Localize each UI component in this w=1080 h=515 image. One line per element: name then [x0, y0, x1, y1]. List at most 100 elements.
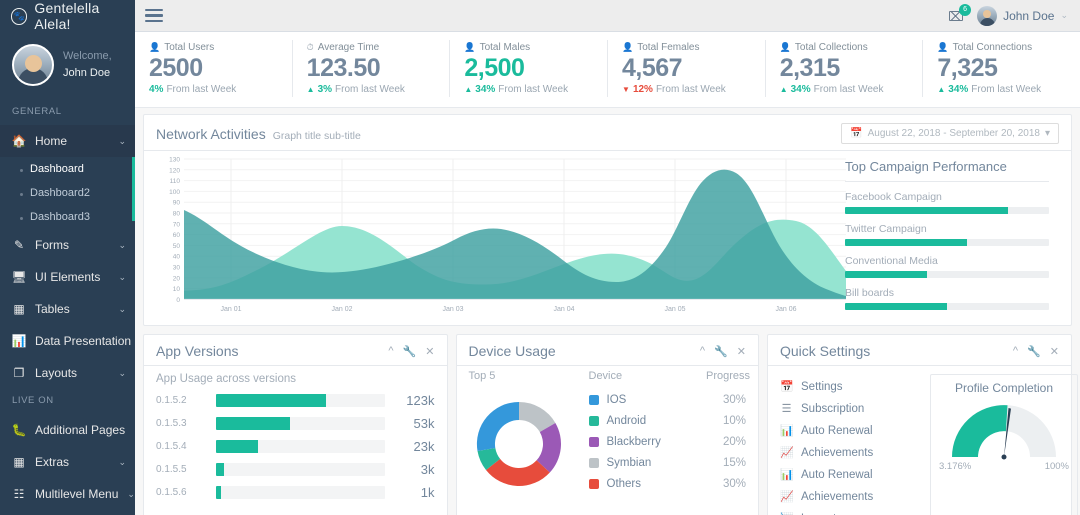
column-header-progress: Progress — [706, 370, 751, 382]
legend-swatch — [588, 395, 599, 405]
tile-trend-pct: 34% — [790, 84, 811, 95]
app-version-row: 0.1.5.6 1k — [156, 485, 435, 500]
list-icon: ☰ — [781, 403, 792, 415]
device-progress: 20% — [722, 436, 746, 448]
quick-setting-settings[interactable]: 📅 Settings — [780, 380, 920, 394]
progress-fill — [216, 417, 291, 430]
tile-total-females[interactable]: 👤 Total Females 4,567 ▼ 12% From last We… — [607, 40, 765, 97]
bar-chart-icon: 📊 — [780, 425, 794, 437]
quick-setting-auto-renewal[interactable]: 📊 Auto Renewal — [780, 424, 920, 438]
tile-total-males[interactable]: 👤 Total Males 2,500 ▲ 34% From last Week — [449, 40, 607, 97]
svg-text:10: 10 — [173, 286, 181, 293]
top-campaign-performance: Top Campaign Performance Facebook Campai… — [831, 151, 1059, 319]
tile-title: Total Connections — [952, 42, 1033, 53]
sidebar-item-multilevel-menu[interactable]: ☷ Multilevel Menu ⌄ — [0, 478, 135, 510]
app-version-row: 0.1.5.2 123k — [156, 393, 435, 408]
user-icon: 👤 — [779, 42, 791, 52]
chevron-up-icon[interactable]: ^ — [700, 345, 705, 358]
sidebar-item-home[interactable]: 🏠 Home ⌄ — [0, 125, 135, 157]
app-version-row: 0.1.5.3 53k — [156, 416, 435, 431]
sidebar-item-ui-elements[interactable]: 🖥 UI Elements ⌄ — [0, 261, 135, 293]
chevron-up-icon[interactable]: ^ — [388, 345, 393, 358]
quick-setting-achievements[interactable]: 📈 Achievements — [780, 446, 920, 460]
trend-up-icon: ▲ — [306, 85, 315, 94]
sidebar-item-label: Multilevel Menu — [35, 487, 119, 501]
user-icon: 👤 — [149, 42, 161, 52]
wrench-icon[interactable]: 🔧 — [714, 345, 728, 358]
calendar-icon: 📅 — [780, 381, 794, 393]
chevron-down-icon: ⌄ — [118, 456, 126, 467]
sidebar-item-data-presentation[interactable]: 📊 Data Presentation ⌄ — [0, 325, 148, 357]
sidebar-subitem-dashboard2[interactable]: Dashboard2 — [0, 181, 135, 205]
campaign-row: Conventional Media — [845, 255, 1049, 278]
tile-title: Total Users — [164, 42, 215, 53]
svg-text:Jan 04: Jan 04 — [553, 306, 574, 313]
tile-total-users[interactable]: 👤 Total Users 2500 4% From last Week — [135, 40, 292, 97]
progress-fill — [216, 486, 222, 499]
device-progress: 30% — [722, 394, 746, 406]
app-version-row: 0.1.5.4 23k — [156, 439, 435, 454]
svg-text:0: 0 — [176, 297, 180, 304]
messages-button[interactable]: 6 — [947, 3, 972, 23]
close-icon[interactable]: ✕ — [737, 345, 746, 358]
sidebar-profile: Welcome, John Doe — [0, 32, 135, 100]
main-content: 6 John Doe ⌄ 👤 Total Users 2500 4% From … — [135, 0, 1080, 515]
sidebar-item-extras[interactable]: ▦ Extras ⌄ — [0, 446, 135, 478]
tile-trend-pct: 4% — [149, 84, 164, 95]
network-activities-chart[interactable]: 130 120 110 100 90 80 70 60 50 40 30 20 … — [156, 151, 846, 319]
sidebar-item-landing-page[interactable]: 💻 Landing Page Coming Soon — [0, 510, 135, 515]
gauge-min-label: 3.176% — [939, 461, 972, 472]
legend-swatch — [588, 458, 599, 468]
sidebar-item-label: Home — [35, 134, 68, 148]
close-icon[interactable]: ✕ — [1050, 345, 1059, 358]
tile-title: Total Males — [479, 42, 531, 53]
quick-setting-subscription[interactable]: ☰ Subscription — [780, 402, 920, 416]
tile-title: Average Time — [317, 42, 380, 53]
user-icon: 👤 — [937, 42, 949, 52]
chevron-up-icon[interactable]: ^ — [1013, 345, 1018, 358]
close-icon[interactable]: ✕ — [425, 345, 434, 358]
panel-title: Device Usage — [468, 343, 556, 359]
tile-total-collections[interactable]: 👤 Total Collections 2,315 ▲ 34% From las… — [764, 40, 923, 97]
sidebar-item-layouts[interactable]: ❐ Layouts ⌄ — [0, 357, 135, 389]
welcome-greeting: Welcome, — [63, 50, 112, 62]
sidebar-item-label: Layouts — [35, 366, 78, 380]
quick-setting-label: Achievements — [801, 446, 874, 459]
wrench-icon[interactable]: 🔧 — [1027, 345, 1041, 358]
gauge-fill — [952, 405, 1008, 457]
sidebar-item-forms[interactable]: ✎ Forms ⌄ — [0, 229, 135, 261]
top-navbar: 6 John Doe ⌄ — [135, 0, 1080, 32]
svg-text:70: 70 — [173, 221, 181, 228]
bug-icon: 🐛 — [11, 423, 27, 437]
quick-setting-achievements-2[interactable]: 📈 Achievements — [780, 490, 920, 504]
wrench-icon[interactable]: 🔧 — [403, 345, 417, 358]
quick-setting-auto-renewal-2[interactable]: 📊 Auto Renewal — [780, 468, 920, 482]
svg-text:Jan 03: Jan 03 — [442, 306, 463, 313]
svg-text:Jan 06: Jan 06 — [775, 306, 796, 313]
tile-total-connections[interactable]: 👤 Total Connections 7,325 ▲ 34% From las… — [922, 40, 1080, 97]
gauge-title: Profile Completion — [954, 381, 1054, 395]
hamburger-icon[interactable] — [145, 6, 163, 26]
tile-average-time[interactable]: ⏱ Average Time 123.50 ▲ 3% From last Wee… — [291, 40, 450, 97]
tile-trend-text: From last Week — [971, 84, 1042, 95]
tile-trend-pct: 3% — [317, 84, 333, 95]
gauge-svg — [952, 405, 1056, 460]
user-menu[interactable]: John Doe ⌄ — [977, 5, 1068, 26]
tile-trend-text: From last Week — [498, 84, 569, 95]
app-version-label: 0.1.5.6 — [156, 487, 187, 498]
legend-swatch — [588, 416, 599, 426]
sidebar-item-tables[interactable]: ▦ Tables ⌄ — [0, 293, 135, 325]
campaign-name: Conventional Media — [845, 255, 938, 267]
device-usage-donut-chart[interactable] — [469, 394, 569, 494]
sidebar-subitem-dashboard[interactable]: Dashboard — [0, 157, 135, 181]
campaign-name: Twitter Campaign — [845, 223, 927, 235]
tile-trend-text: From last Week — [813, 84, 884, 95]
brand-logo-link[interactable]: 🐾 Gentelella Alela! — [0, 0, 135, 32]
sidebar-item-additional-pages[interactable]: 🐛 Additional Pages ⌄ — [0, 414, 142, 446]
sidebar-subitem-dashboard3[interactable]: Dashboard3 — [0, 205, 135, 229]
svg-text:80: 80 — [173, 211, 181, 218]
progress-bar — [845, 271, 1049, 278]
pencil-square-icon: ✎ — [13, 238, 25, 252]
daterange-picker[interactable]: 📅 August 22, 2018 - September 20, 2018 ▾ — [841, 123, 1059, 144]
progress-bar — [216, 394, 385, 407]
